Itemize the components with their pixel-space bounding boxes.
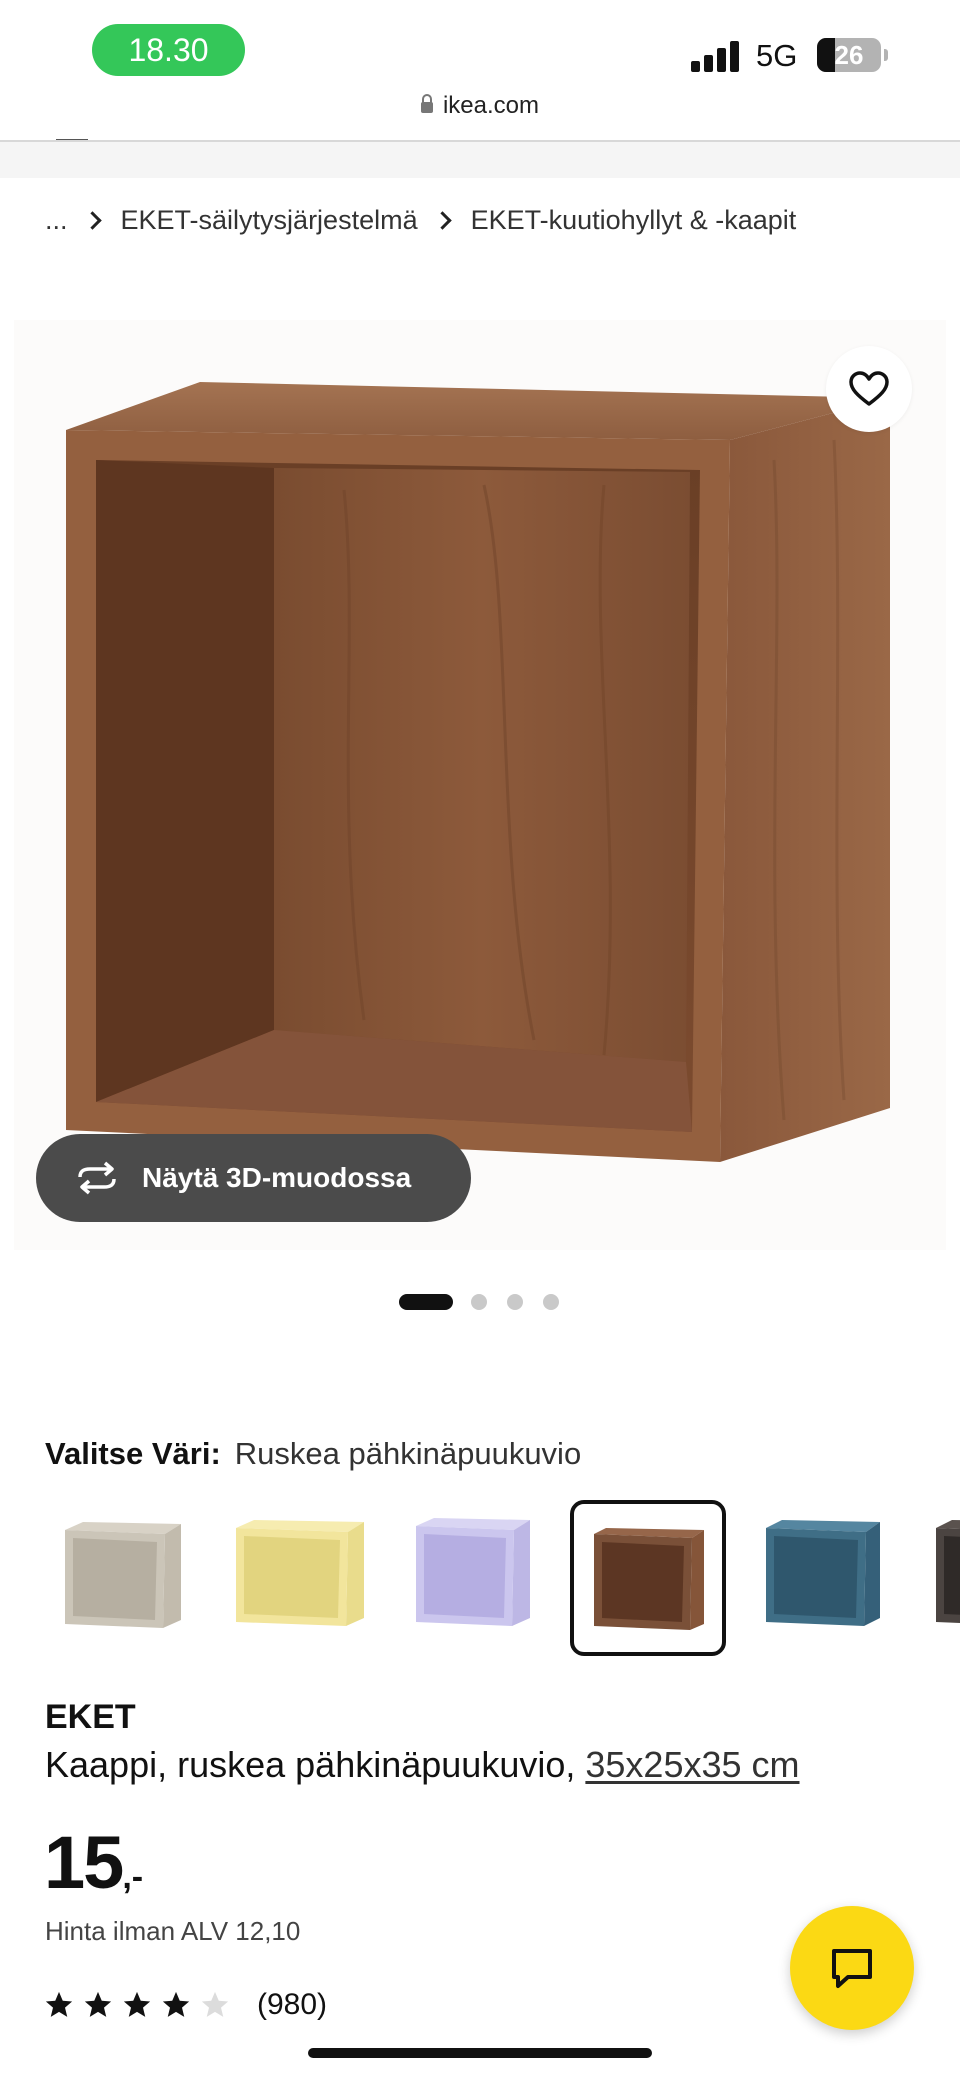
- lilac-cabinet-thumb: [416, 1518, 530, 1626]
- chat-button[interactable]: [790, 1906, 914, 2030]
- star-icon: [162, 1991, 190, 2017]
- product-description-text: Kaappi, ruskea pähkinäpuukuvio,: [45, 1744, 576, 1785]
- walnut-cabinet-thumb: [594, 1528, 704, 1630]
- battery-cap: [884, 49, 888, 61]
- product-price: 15,-: [44, 1820, 143, 1905]
- rotate-3d-icon: [78, 1161, 116, 1195]
- color-swatches: [0, 1500, 960, 1680]
- blue-cabinet-thumb: [766, 1520, 880, 1626]
- breadcrumb-item-eket-storage[interactable]: EKET-säilytysjärjestelmä: [121, 205, 418, 236]
- cabinet-illustration: [66, 382, 890, 1162]
- favorite-button[interactable]: [826, 346, 912, 432]
- swatch-yellow[interactable]: [226, 1500, 382, 1656]
- network-type: 5G: [756, 38, 798, 73]
- chevron-right-icon: [432, 211, 452, 230]
- color-selected-value: Ruskea pähkinäpuukuvio: [234, 1436, 582, 1471]
- carousel-dot-active[interactable]: [399, 1294, 453, 1310]
- carousel-dot[interactable]: [507, 1294, 523, 1310]
- swatch-blue[interactable]: [760, 1500, 916, 1656]
- star-icon: [123, 1991, 151, 2017]
- swatch-lilac[interactable]: [406, 1500, 562, 1656]
- url-text: ikea.com: [442, 92, 540, 119]
- star-empty-icon: [201, 1991, 229, 2017]
- signal-icon: [691, 40, 741, 72]
- price-main: 15: [44, 1821, 124, 1904]
- header-strip: [0, 142, 960, 178]
- battery-icon: 26: [817, 38, 881, 72]
- color-select-label: Valitse Väri: Ruskea pähkinäpuukuvio: [45, 1436, 581, 1472]
- carousel-indicator: [0, 1294, 960, 1310]
- dark-cabinet-thumb: [936, 1520, 960, 1623]
- yellow-cabinet-thumb: [236, 1520, 364, 1626]
- star-icon: [84, 1991, 112, 2017]
- lock-icon: [420, 94, 433, 113]
- status-bar: 18.30 5G 26: [0, 0, 960, 100]
- breadcrumb: ... EKET-säilytysjärjestelmä EKET-kuutio…: [45, 205, 796, 236]
- product-description: Kaappi, ruskea pähkinäpuukuvio, 35x25x35…: [45, 1744, 800, 1786]
- price-suffix: ,-: [122, 1858, 144, 1896]
- view-3d-button[interactable]: Näytä 3D-muodossa: [36, 1134, 471, 1222]
- heart-icon: [849, 371, 889, 406]
- product-name: EKET: [45, 1698, 136, 1736]
- swatch-walnut[interactable]: [570, 1500, 726, 1656]
- product-image[interactable]: [14, 320, 946, 1250]
- chat-icon: [832, 1949, 872, 1988]
- rating[interactable]: (980): [44, 1988, 327, 2022]
- view-3d-label: Näytä 3D-muodossa: [142, 1162, 412, 1193]
- carousel-dot[interactable]: [471, 1294, 487, 1310]
- carousel-dot[interactable]: [543, 1294, 559, 1310]
- breadcrumb-item-eket-cabinets[interactable]: EKET-kuutiohyllyt & -kaapit: [471, 205, 797, 236]
- swatch-dark[interactable]: [930, 1500, 960, 1656]
- color-label-title: Valitse Väri:: [45, 1436, 221, 1471]
- battery-level: 26: [834, 39, 864, 70]
- chevron-right-icon: [82, 211, 102, 230]
- breadcrumb-item-ellipsis[interactable]: ...: [45, 205, 68, 236]
- beige-cabinet-thumb: [65, 1522, 181, 1628]
- review-count: (980): [257, 1988, 328, 2021]
- address-bar[interactable]: ikea.com: [0, 92, 960, 120]
- home-indicator[interactable]: [308, 2048, 652, 2058]
- swatch-beige[interactable]: [45, 1500, 201, 1656]
- product-dimensions-link[interactable]: 35x25x35 cm: [585, 1744, 799, 1785]
- status-time: 18.30: [92, 24, 245, 76]
- star-icon: [45, 1991, 73, 2017]
- price-without-vat: Hinta ilman ALV 12,10: [45, 1916, 301, 1946]
